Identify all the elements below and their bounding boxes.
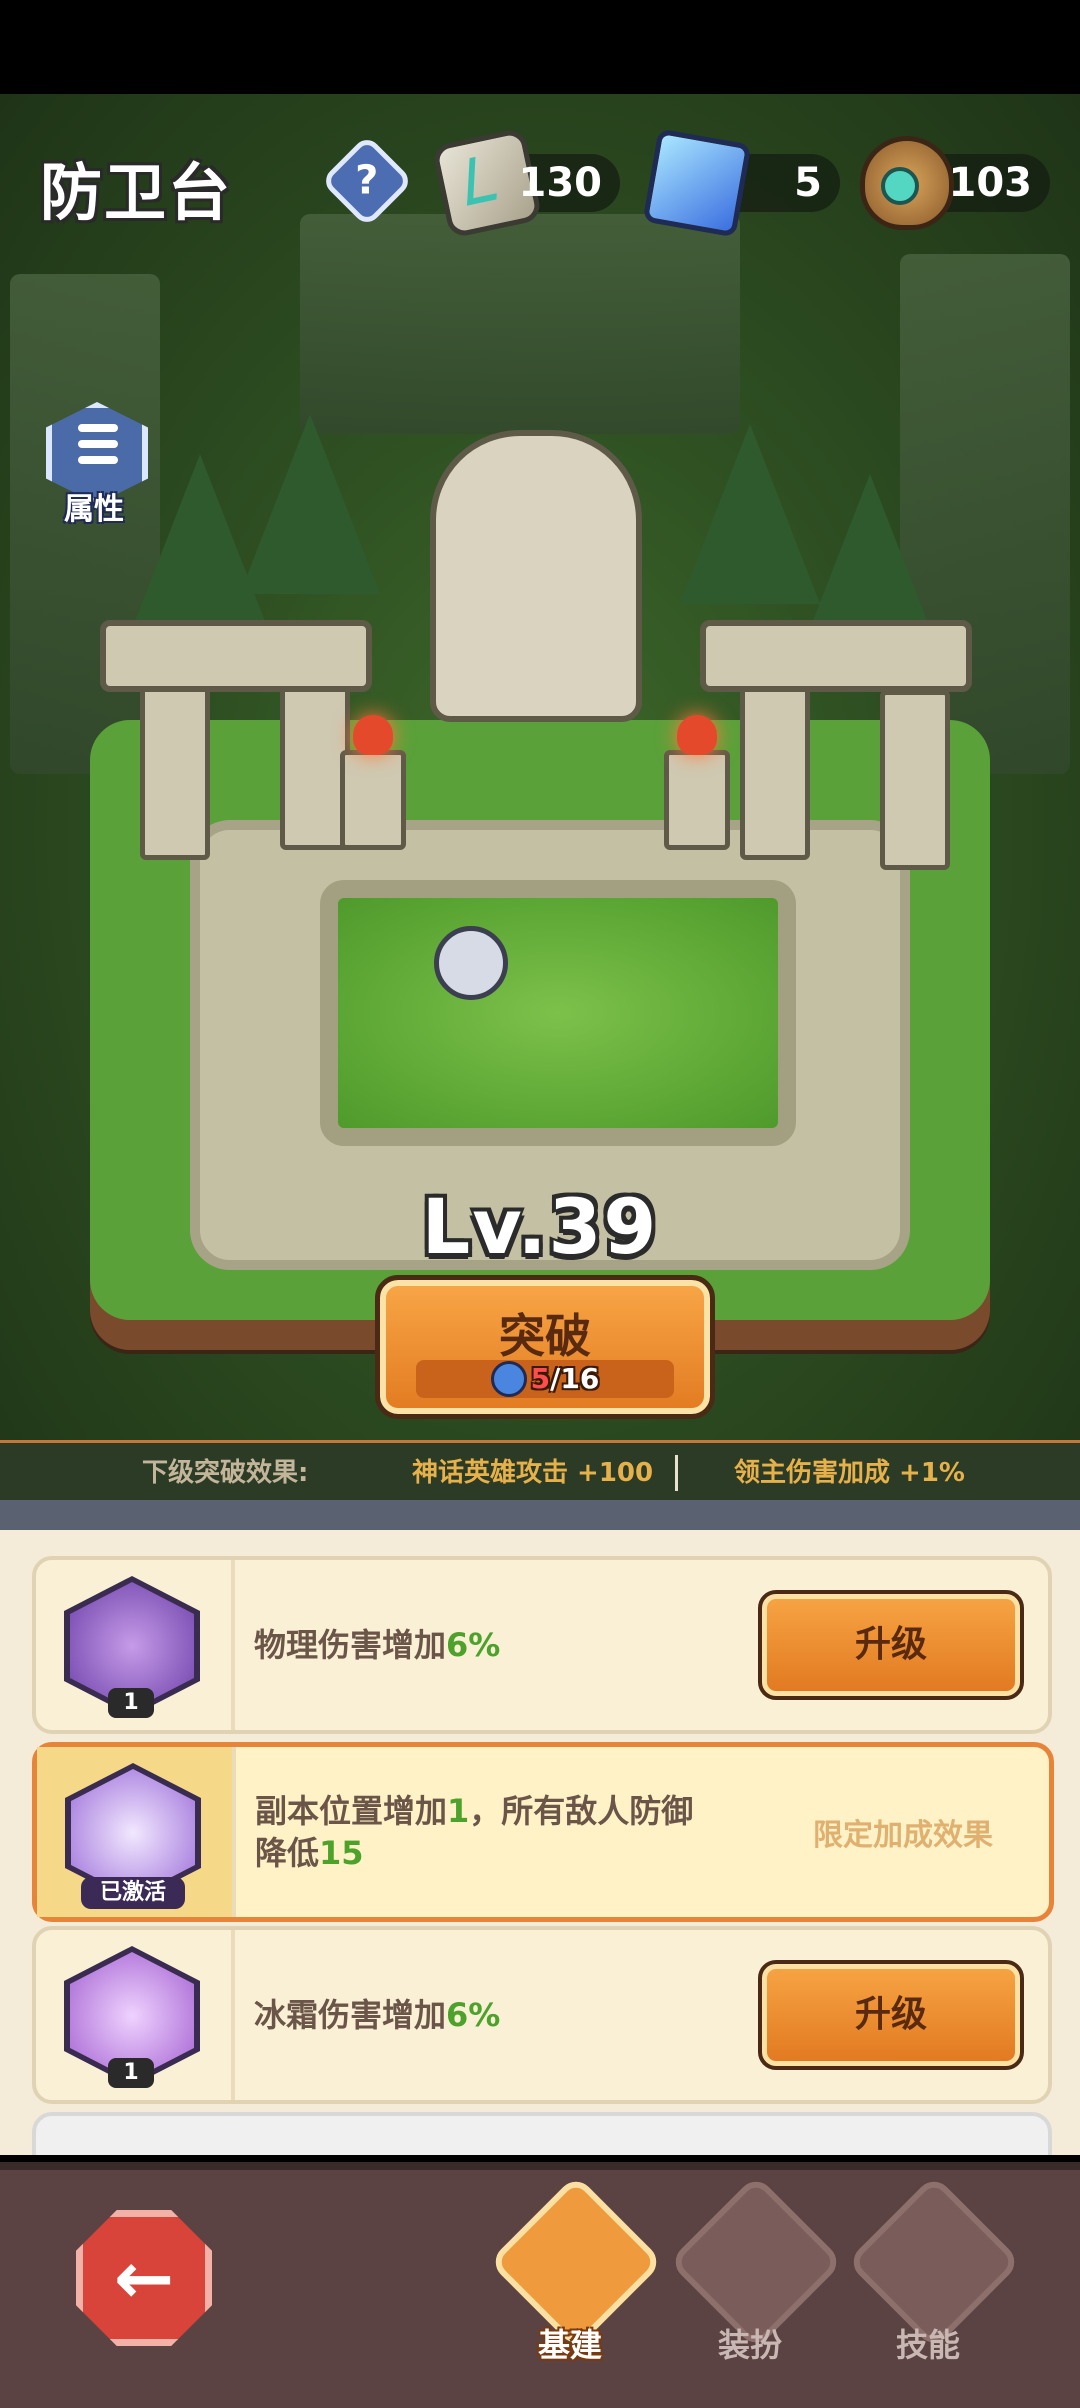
pillar bbox=[740, 680, 810, 860]
list-item: 1 物理伤害增加6% 升级 bbox=[32, 1556, 1052, 1734]
resource-pouch: 103 bbox=[860, 136, 1050, 230]
status-bar bbox=[0, 0, 1080, 94]
nav-tab-build[interactable]: 基建 bbox=[488, 2174, 664, 2390]
limited-bonus-label: 限定加成效果 bbox=[813, 1818, 993, 1853]
resource-value: 130 bbox=[518, 160, 603, 206]
nav-tab-skills[interactable]: 技能 bbox=[846, 2174, 1022, 2390]
card-description: 冰霜伤害增加6% bbox=[254, 1996, 501, 2034]
stone-arch bbox=[100, 620, 372, 692]
statue bbox=[430, 430, 642, 722]
arrow-left-icon: ← bbox=[113, 2236, 175, 2320]
bottom-nav: ← 基建 装扮 技能 bbox=[0, 2162, 1080, 2408]
pouch-icon bbox=[860, 136, 954, 230]
back-button[interactable]: ← bbox=[76, 2210, 212, 2346]
hero-character[interactable] bbox=[434, 926, 508, 1000]
resource-stone: 130 bbox=[431, 127, 620, 239]
progress-total: /16 bbox=[550, 1362, 600, 1395]
lawn bbox=[320, 880, 796, 1146]
upgrade-button[interactable]: 升级 bbox=[758, 1960, 1024, 2070]
nav-tab-outfit[interactable]: 装扮 bbox=[668, 2174, 844, 2390]
stone-arch bbox=[700, 620, 972, 692]
card-description: 副本位置增加1，所有敌人防御降低15 bbox=[255, 1792, 694, 1872]
breakthrough-label: 突破 bbox=[499, 1309, 591, 1363]
next-effect-bar: 下级突破效果: 神话英雄攻击 +100 领主伤害加成 +1% bbox=[0, 1440, 1080, 1506]
upgrade-list[interactable]: 1 物理伤害增加6% 升级 已激活 副本位置增加1，所有敌人防御降低15 限定加… bbox=[0, 1530, 1080, 2155]
activated-badge: 已激活 bbox=[81, 1877, 185, 1909]
list-item bbox=[32, 2112, 1052, 2155]
breakthrough-button[interactable]: 突破 5/16 bbox=[375, 1275, 715, 1419]
breakthrough-progress: 5/16 bbox=[416, 1360, 674, 1398]
level-text: Lv.39 bbox=[421, 1182, 659, 1271]
card-description: 物理伤害增加6% bbox=[254, 1626, 501, 1664]
progress-current: 5 bbox=[530, 1362, 551, 1395]
crystal-icon bbox=[642, 128, 752, 238]
list-item: 1 冰霜伤害增加6% 升级 bbox=[32, 1926, 1052, 2104]
next-effect-1: 神话英雄攻击 +100 bbox=[412, 1458, 654, 1488]
torch bbox=[664, 715, 730, 850]
divider-band bbox=[0, 1500, 1080, 1534]
nav-label: 技能 bbox=[895, 2326, 960, 2364]
level-badge: 1 bbox=[108, 1688, 154, 1718]
resource-value: 103 bbox=[948, 160, 1033, 206]
list-icon bbox=[64, 424, 118, 472]
level-badge: 1 bbox=[108, 2058, 154, 2088]
next-effect-label: 下级突破效果: bbox=[142, 1458, 309, 1488]
pillar bbox=[140, 680, 210, 860]
pillar bbox=[880, 690, 950, 870]
list-item: 已激活 副本位置增加1，所有敌人防御降低15 限定加成效果 bbox=[32, 1742, 1054, 1922]
torch bbox=[340, 715, 406, 850]
nav-label: 装扮 bbox=[717, 2326, 782, 2364]
divider bbox=[675, 1455, 678, 1491]
nav-label: 基建 bbox=[537, 2326, 602, 2364]
attributes-label: 属性 bbox=[64, 492, 124, 527]
crystal-icon bbox=[490, 1361, 527, 1397]
upgrade-button[interactable]: 升级 bbox=[758, 1590, 1024, 1700]
resource-value: 5 bbox=[794, 160, 822, 206]
next-effect-2: 领主伤害加成 +1% bbox=[734, 1458, 965, 1488]
page-title: 防卫台 bbox=[40, 156, 233, 229]
question-icon: ? bbox=[355, 157, 379, 204]
resource-crystal: 5 bbox=[642, 128, 840, 238]
